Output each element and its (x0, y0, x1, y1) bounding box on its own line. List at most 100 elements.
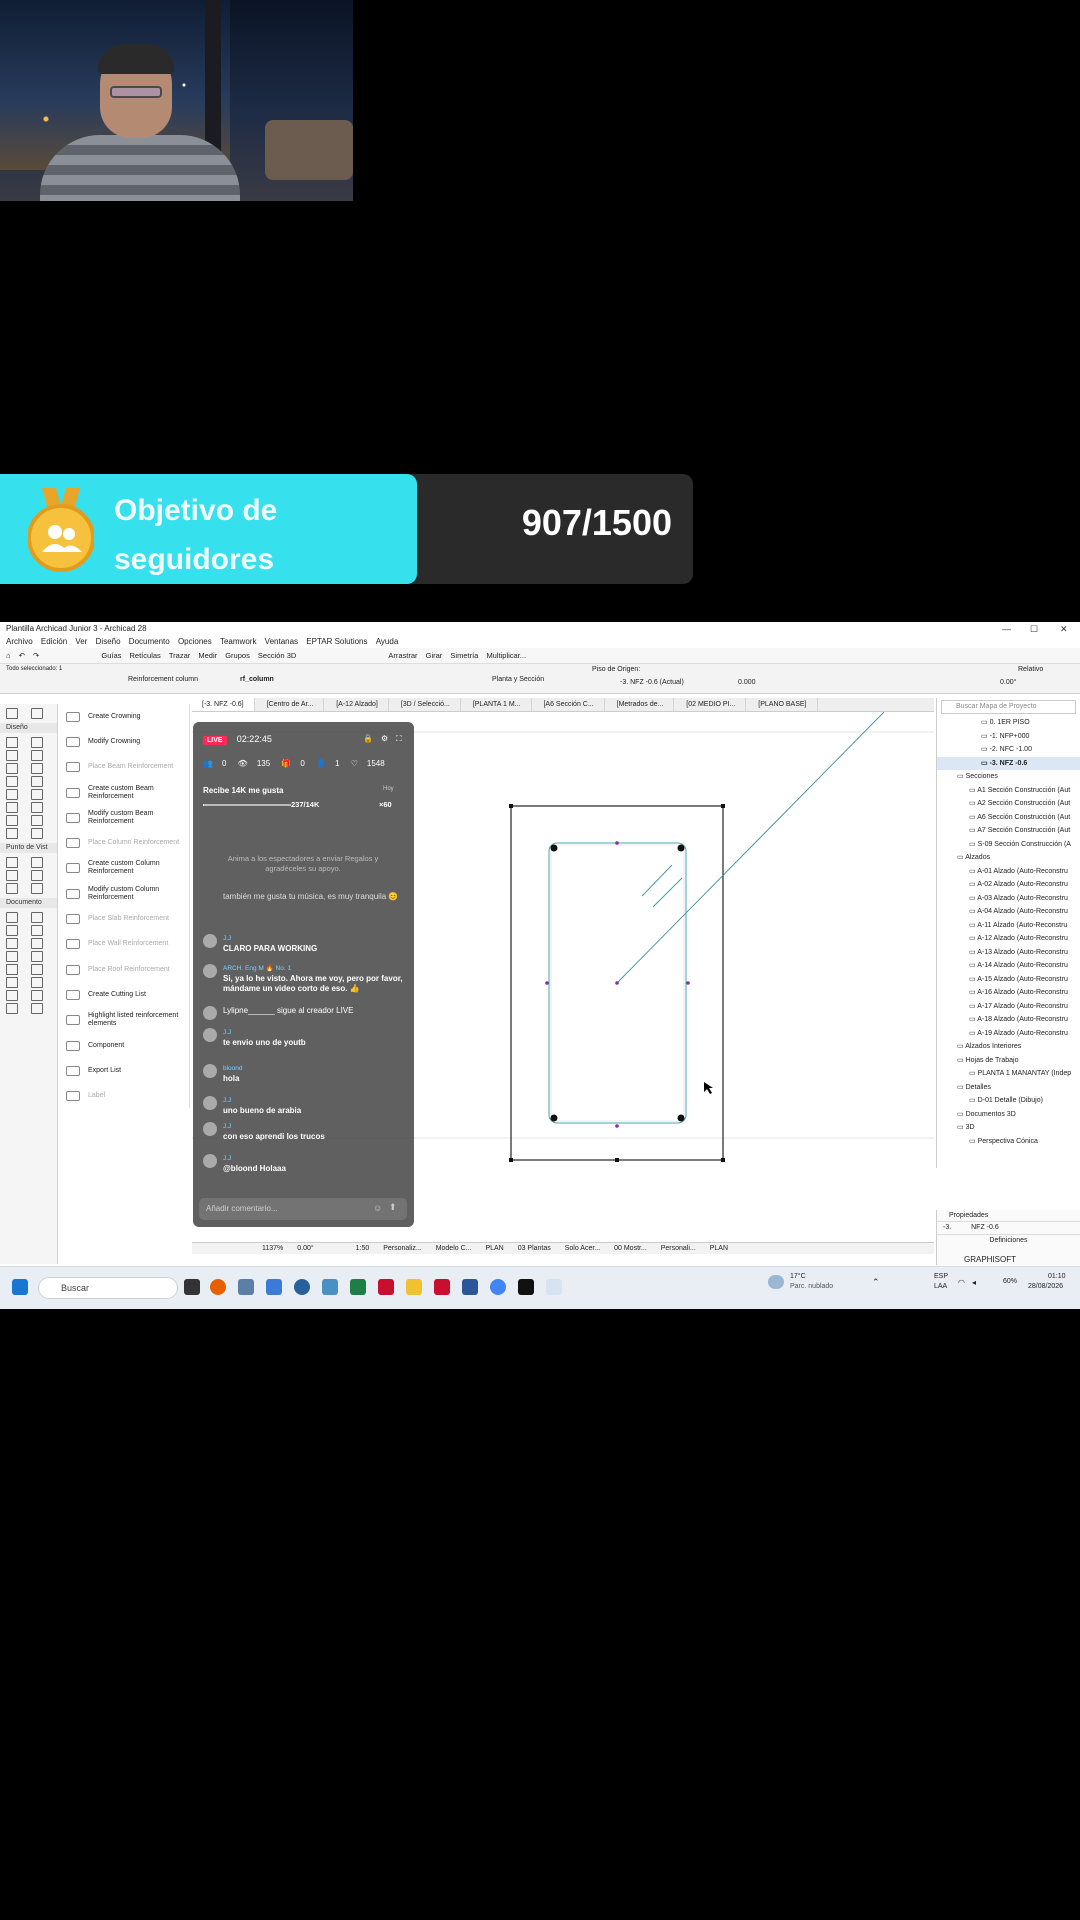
tab-metrados[interactable]: [Metrados de... (607, 698, 675, 711)
camera-tool-icon[interactable] (30, 883, 43, 894)
trace-button[interactable]: Trazar (169, 648, 190, 664)
menu-documento[interactable]: Documento (129, 636, 170, 648)
line-tool-icon[interactable] (6, 964, 18, 975)
tab-a6-seccion[interactable]: [A6 Sección C... (533, 698, 605, 711)
avatar[interactable] (203, 964, 217, 978)
navigator-item[interactable]: ▭ Alzados Interiores (937, 1040, 1080, 1054)
drag-button[interactable]: Arrastrar (388, 648, 417, 664)
maximize-button[interactable]: ☐ (1030, 622, 1038, 636)
angle-field[interactable]: 0.00° (1000, 679, 1016, 686)
navigator-item[interactable]: ▭ A1 Sección Construcción (Aut (937, 784, 1080, 798)
navigator-item[interactable]: ▭ A-15 Alzado (Auto-Reconstru (937, 973, 1080, 987)
relative-toggle[interactable]: Relativo (1018, 666, 1043, 673)
tab-centro[interactable]: [Centro de Ar... (257, 698, 325, 711)
language-indicator[interactable]: ESP (934, 1273, 948, 1280)
definitions-tab[interactable]: Definiciones (937, 1234, 1080, 1246)
elevation-tool-icon[interactable] (30, 857, 43, 868)
app-icon[interactable] (266, 1279, 282, 1295)
polyline-tool-icon[interactable] (6, 977, 18, 988)
beam-tool-icon[interactable] (30, 750, 43, 761)
windows-start-icon[interactable] (12, 1279, 28, 1295)
navigator-item[interactable]: ▭ A6 Sección Construcción (Aut (937, 811, 1080, 825)
navigator-item[interactable]: ▭ 3D (937, 1121, 1080, 1135)
offset-field[interactable]: 0.000 (738, 679, 756, 686)
pdf-icon[interactable] (378, 1279, 394, 1295)
arc-tool-icon[interactable] (30, 964, 43, 975)
rotate-button[interactable]: Girar (426, 648, 443, 664)
menu-edicion[interactable]: Edición (41, 636, 67, 648)
fill-tool-icon[interactable] (6, 990, 18, 1001)
avatar[interactable] (203, 1096, 217, 1110)
drawing-tool-icon[interactable] (6, 1003, 18, 1014)
pen-set-2[interactable]: PLAN (710, 1243, 728, 1254)
multiply-button[interactable]: Multiplicar... (486, 648, 526, 664)
navigator-item[interactable]: ▭ Secciones (937, 770, 1080, 784)
navigator-item[interactable]: ▭ -3. NFZ -0.6 (937, 756, 1080, 770)
navigator-item[interactable]: ▭ 0. 1ER PISO (937, 716, 1080, 730)
railing-tool-icon[interactable] (30, 776, 43, 787)
whiteboard-icon[interactable] (546, 1279, 562, 1295)
angle-dim-tool-icon[interactable] (30, 925, 43, 936)
layer-combo[interactable]: Planta y Sección (492, 676, 544, 683)
navigator-item[interactable]: ▭ Perspectiva Cónica (937, 1135, 1080, 1149)
send-icon[interactable]: ⬆ (389, 1202, 397, 1213)
navigator-item[interactable]: ▭ A-19 Alzado (Auto-Reconstru (937, 1027, 1080, 1041)
navigator-item[interactable]: ▭ A7 Sección Construcción (Aut (937, 824, 1080, 838)
chat-username[interactable]: J.J (223, 1028, 231, 1038)
navigator-item[interactable]: ▭ A-01 Alzado (Auto-Reconstru (937, 865, 1080, 879)
origin-story[interactable]: -3. NFZ -0.6 (Actual) (620, 679, 684, 686)
tiktok-icon[interactable] (518, 1279, 534, 1295)
menu-diseno[interactable]: Diseño (96, 636, 121, 648)
firefox-icon[interactable] (210, 1279, 226, 1295)
change-tool-icon[interactable] (6, 883, 18, 894)
navigator-item[interactable]: ▭ A-18 Alzado (Auto-Reconstru (937, 1013, 1080, 1027)
navigator-item[interactable]: ▭ -1. NFP+000 (937, 730, 1080, 744)
navigator-item[interactable]: ▭ A2 Sección Construcción (Aut (937, 797, 1080, 811)
navigator-item[interactable]: ▭ S-09 Sección Construcción (A (937, 838, 1080, 852)
layer-combination[interactable]: Personaliz... (383, 1243, 422, 1254)
spline-tool-icon[interactable] (30, 977, 43, 988)
chevron-up-icon[interactable]: ⌃ (872, 1277, 880, 1288)
image-tool-icon[interactable] (30, 1003, 43, 1014)
clock-date[interactable]: 28/08/2026 (1028, 1283, 1063, 1290)
menu-ver[interactable]: Ver (75, 636, 87, 648)
navigator-item[interactable]: ▭ Hojas de Trabajo (937, 1054, 1080, 1068)
arrow-tool-icon[interactable] (6, 708, 18, 719)
avatar[interactable] (203, 1028, 217, 1042)
hotspot-tool-icon[interactable] (6, 951, 18, 962)
palette-item[interactable]: Create custom Column Reinforcement (60, 856, 189, 881)
terminal-icon[interactable] (184, 1279, 200, 1295)
navigator-item[interactable]: ▭ A-02 Alzado (Auto-Reconstru (937, 878, 1080, 892)
battery-level[interactable]: 60% (1003, 1278, 1017, 1285)
dimension-style[interactable]: Personali... (661, 1243, 696, 1254)
expand-icon[interactable]: ⛶ (396, 734, 402, 744)
palette-item[interactable]: Modify Crowning (60, 729, 189, 754)
level-tool-icon[interactable] (30, 912, 43, 923)
navigator-item[interactable]: ▭ A-04 Alzado (Auto-Reconstru (937, 905, 1080, 919)
tab-a12-alzado[interactable]: [A-12 Alzado] (326, 698, 389, 711)
palette-item[interactable]: Export List (60, 1058, 189, 1083)
close-button[interactable]: ✕ (1060, 622, 1068, 636)
renovation-filter[interactable]: 00 Mostr... (614, 1243, 647, 1254)
lock-icon[interactable]: 🔒 (363, 734, 373, 743)
menu-archivo[interactable]: Archivo (6, 636, 33, 648)
avatar[interactable] (203, 1154, 217, 1168)
tab-plano-base[interactable]: [PLANO BASE] (748, 698, 818, 711)
tab-current-story[interactable]: [-3. NFZ -0.6] (192, 698, 255, 711)
figure-tool-icon[interactable] (30, 990, 43, 1001)
chat-username[interactable]: J.J (223, 1154, 231, 1164)
element-name[interactable]: rf_column (240, 676, 274, 683)
mesh-tool-icon[interactable] (6, 802, 18, 813)
scale[interactable]: 1:50 (356, 1243, 370, 1254)
object-tool-icon[interactable] (30, 815, 43, 826)
minimize-button[interactable]: — (1002, 622, 1011, 636)
shell-tool-icon[interactable] (30, 789, 43, 800)
window-tool-icon[interactable] (30, 763, 43, 774)
chat-username[interactable]: J.J (223, 934, 231, 944)
navigator-item[interactable]: ▭ Alzados (937, 851, 1080, 865)
stair-tool-icon[interactable] (6, 776, 18, 787)
column-tool-icon[interactable] (6, 750, 18, 761)
file-explorer-icon[interactable] (406, 1279, 422, 1295)
lamp-tool-icon[interactable] (30, 828, 43, 839)
chat-username[interactable]: J.J (223, 1122, 231, 1132)
